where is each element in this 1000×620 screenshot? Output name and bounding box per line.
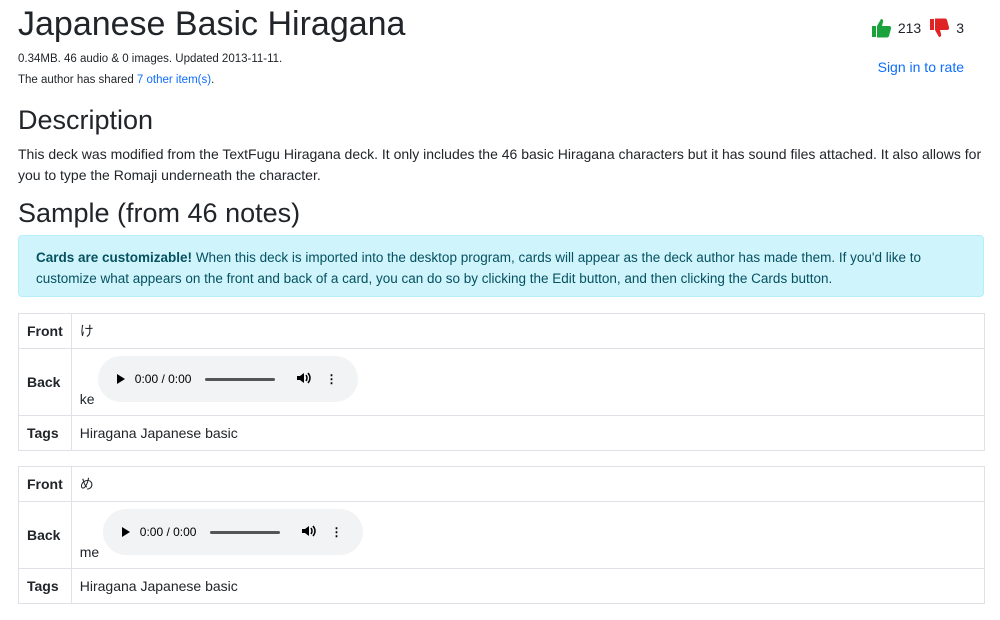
back-value: 0:00 / 0:00 ⋮ me bbox=[70, 501, 986, 569]
shared-suffix: . bbox=[211, 74, 215, 86]
card-table: Front め Back 0:00 / 0:00 ⋮ me Tags Hirag… bbox=[18, 466, 986, 604]
back-romaji: me bbox=[79, 544, 100, 560]
thumbs-down-icon[interactable] bbox=[929, 18, 951, 38]
play-icon[interactable] bbox=[116, 374, 125, 384]
shared-items-line: The author has shared 7 other item(s). bbox=[18, 74, 214, 86]
down-count: 3 bbox=[956, 20, 964, 36]
more-options-icon[interactable]: ⋮ bbox=[325, 372, 337, 386]
front-value: め bbox=[70, 466, 986, 502]
back-value: 0:00 / 0:00 ⋮ ke bbox=[70, 348, 986, 416]
volume-icon[interactable] bbox=[302, 525, 317, 540]
other-items-link[interactable]: 7 other item(s) bbox=[137, 74, 211, 86]
sample-heading: Sample (from 46 notes) bbox=[18, 198, 301, 228]
front-label: Front bbox=[18, 466, 72, 502]
audio-player[interactable]: 0:00 / 0:00 ⋮ bbox=[102, 509, 363, 555]
front-value: け bbox=[70, 313, 986, 349]
audio-time: 0:00 / 0:00 bbox=[139, 525, 197, 539]
alert-bold: Cards are customizable! bbox=[36, 250, 193, 265]
deck-meta: 0.34MB. 46 audio & 0 images. Updated 201… bbox=[18, 53, 283, 65]
audio-time: 0:00 / 0:00 bbox=[134, 372, 192, 386]
tags-value: Hiragana Japanese basic bbox=[70, 415, 986, 451]
thumbs-up-icon[interactable] bbox=[871, 18, 893, 38]
card-table: Front け Back 0:00 / 0:00 ⋮ ke Tags Hirag… bbox=[18, 313, 986, 451]
tags-label: Tags bbox=[18, 568, 72, 604]
tags-label: Tags bbox=[18, 415, 72, 451]
front-label: Front bbox=[18, 313, 72, 349]
back-label: Back bbox=[18, 348, 72, 416]
audio-progress-slider[interactable] bbox=[205, 377, 276, 381]
description-text: This deck was modified from the TextFugu… bbox=[18, 146, 982, 183]
sign-in-to-rate-link[interactable]: Sign in to rate bbox=[878, 59, 964, 75]
audio-player[interactable]: 0:00 / 0:00 ⋮ bbox=[97, 356, 358, 402]
tags-value: Hiragana Japanese basic bbox=[70, 568, 986, 604]
back-romaji: ke bbox=[79, 391, 95, 407]
customizable-alert: Cards are customizable! When this deck i… bbox=[18, 235, 984, 297]
shared-prefix: The author has shared bbox=[18, 74, 137, 86]
audio-progress-slider[interactable] bbox=[210, 530, 281, 534]
page-title: Japanese Basic Hiragana bbox=[18, 5, 406, 43]
rating: 213 3 bbox=[871, 18, 972, 38]
back-label: Back bbox=[18, 501, 72, 569]
description-heading: Description bbox=[18, 105, 154, 135]
more-options-icon[interactable]: ⋮ bbox=[330, 525, 342, 539]
play-icon[interactable] bbox=[121, 527, 130, 537]
up-count: 213 bbox=[897, 20, 922, 36]
volume-icon[interactable] bbox=[297, 372, 312, 387]
